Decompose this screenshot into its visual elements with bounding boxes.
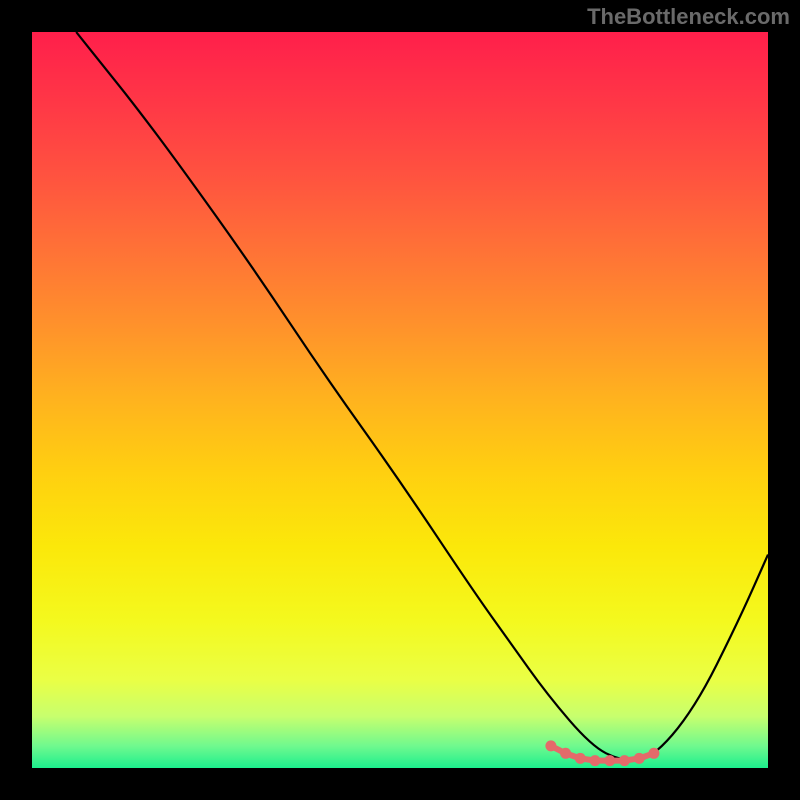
plot-background bbox=[32, 32, 768, 768]
valley-dot bbox=[648, 748, 659, 759]
valley-dot bbox=[590, 755, 601, 766]
valley-dot bbox=[560, 748, 571, 759]
bottleneck-curve-plot bbox=[0, 0, 800, 800]
watermark-text: TheBottleneck.com bbox=[587, 4, 790, 30]
valley-dot bbox=[575, 753, 586, 764]
valley-dot bbox=[619, 755, 630, 766]
valley-dot bbox=[545, 740, 556, 751]
valley-dot bbox=[634, 753, 645, 764]
valley-dot bbox=[604, 755, 615, 766]
chart-container: TheBottleneck.com bbox=[0, 0, 800, 800]
